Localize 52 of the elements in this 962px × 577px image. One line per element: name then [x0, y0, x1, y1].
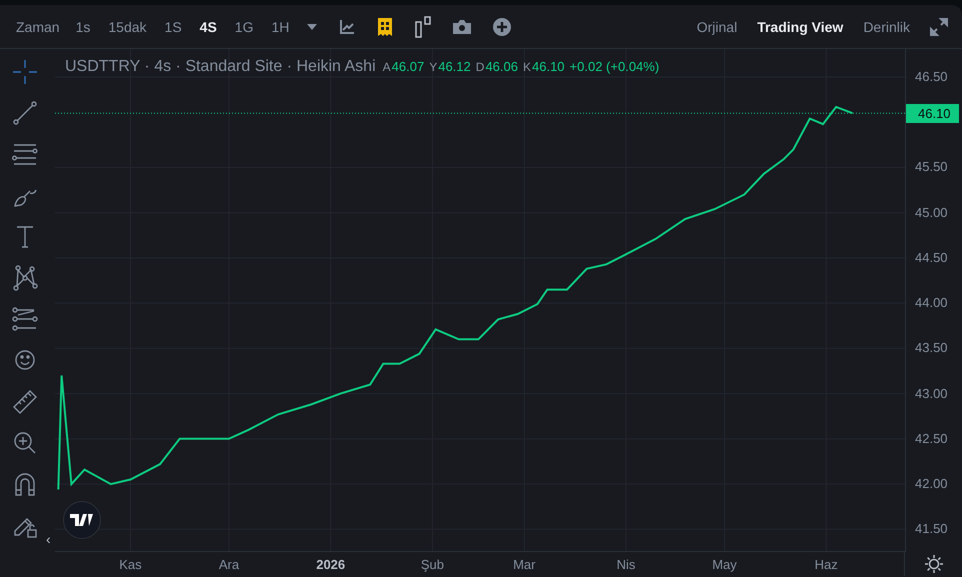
date-tick: 2026: [316, 557, 346, 572]
ohlc-value: D46.06: [476, 59, 518, 74]
interval-tab[interactable]: 1S: [164, 18, 182, 34]
price-tick: 43.50: [915, 340, 948, 356]
interval-tab[interactable]: 15dak: [108, 18, 147, 34]
date-tick: Ara: [218, 557, 240, 572]
caret-icon[interactable]: [307, 24, 318, 30]
settings-icon[interactable]: [924, 555, 943, 573]
crosshair-icon[interactable]: [12, 59, 38, 85]
camera-icon[interactable]: [453, 20, 472, 34]
chart-icon[interactable]: [339, 18, 356, 34]
price-tick: 41.50: [915, 521, 948, 536]
candles-icon[interactable]: [415, 16, 432, 38]
date-tick: Mar: [513, 557, 536, 572]
price-tick: 42.00: [915, 476, 948, 492]
date-tick: Kas: [119, 557, 142, 572]
add-icon[interactable]: [493, 18, 512, 36]
logo-icon: [70, 514, 94, 526]
trendline-icon[interactable]: [12, 100, 38, 126]
fib-icon[interactable]: [12, 306, 38, 332]
expand-icon[interactable]: [930, 18, 948, 36]
date-tick: Haz: [814, 557, 838, 572]
interval-tab[interactable]: 1G: [234, 18, 254, 34]
logo-badge[interactable]: [63, 501, 101, 539]
time-label: Zaman: [16, 18, 60, 34]
view-tab[interactable]: Trading View: [757, 18, 844, 34]
price-tick: 45.50: [915, 159, 948, 174]
ohlc-value: Y46.12: [429, 59, 471, 74]
price-tick: 43.00: [915, 386, 948, 401]
price-tick: 42.50: [915, 430, 948, 446]
date-tick: May: [712, 557, 737, 572]
ohlc-value: K46.10: [522, 59, 565, 74]
interval-tab[interactable]: 1s: [76, 18, 90, 34]
date-tick: Şub: [420, 557, 444, 572]
last-price-badge: 46.10: [906, 104, 959, 124]
view-tab[interactable]: Derinlik: [863, 18, 910, 34]
document-icon[interactable]: [377, 16, 394, 36]
ruler-icon[interactable]: [12, 388, 38, 414]
price-tick: 45.00: [915, 204, 948, 220]
collapse-arrow[interactable]: ‹: [46, 531, 51, 547]
price-tick: 44.00: [915, 295, 948, 310]
price-change: +0.02 (+0.04%): [570, 59, 660, 74]
interval-tab[interactable]: 1H: [271, 18, 290, 34]
price-tick: 46.50: [915, 69, 948, 84]
view-tab[interactable]: Orjinal: [696, 18, 738, 34]
pattern-icon[interactable]: [12, 264, 38, 291]
price-tick: 44.50: [915, 250, 948, 265]
chart-title: USDTTRY · 4s · Standard Site · Heikin Ashi: [65, 58, 376, 76]
ohlc-value: A46.07: [382, 59, 424, 74]
interval-tab[interactable]: 4S: [200, 18, 217, 34]
date-tick: Nis: [616, 557, 636, 572]
zoom-icon[interactable]: [12, 430, 38, 456]
